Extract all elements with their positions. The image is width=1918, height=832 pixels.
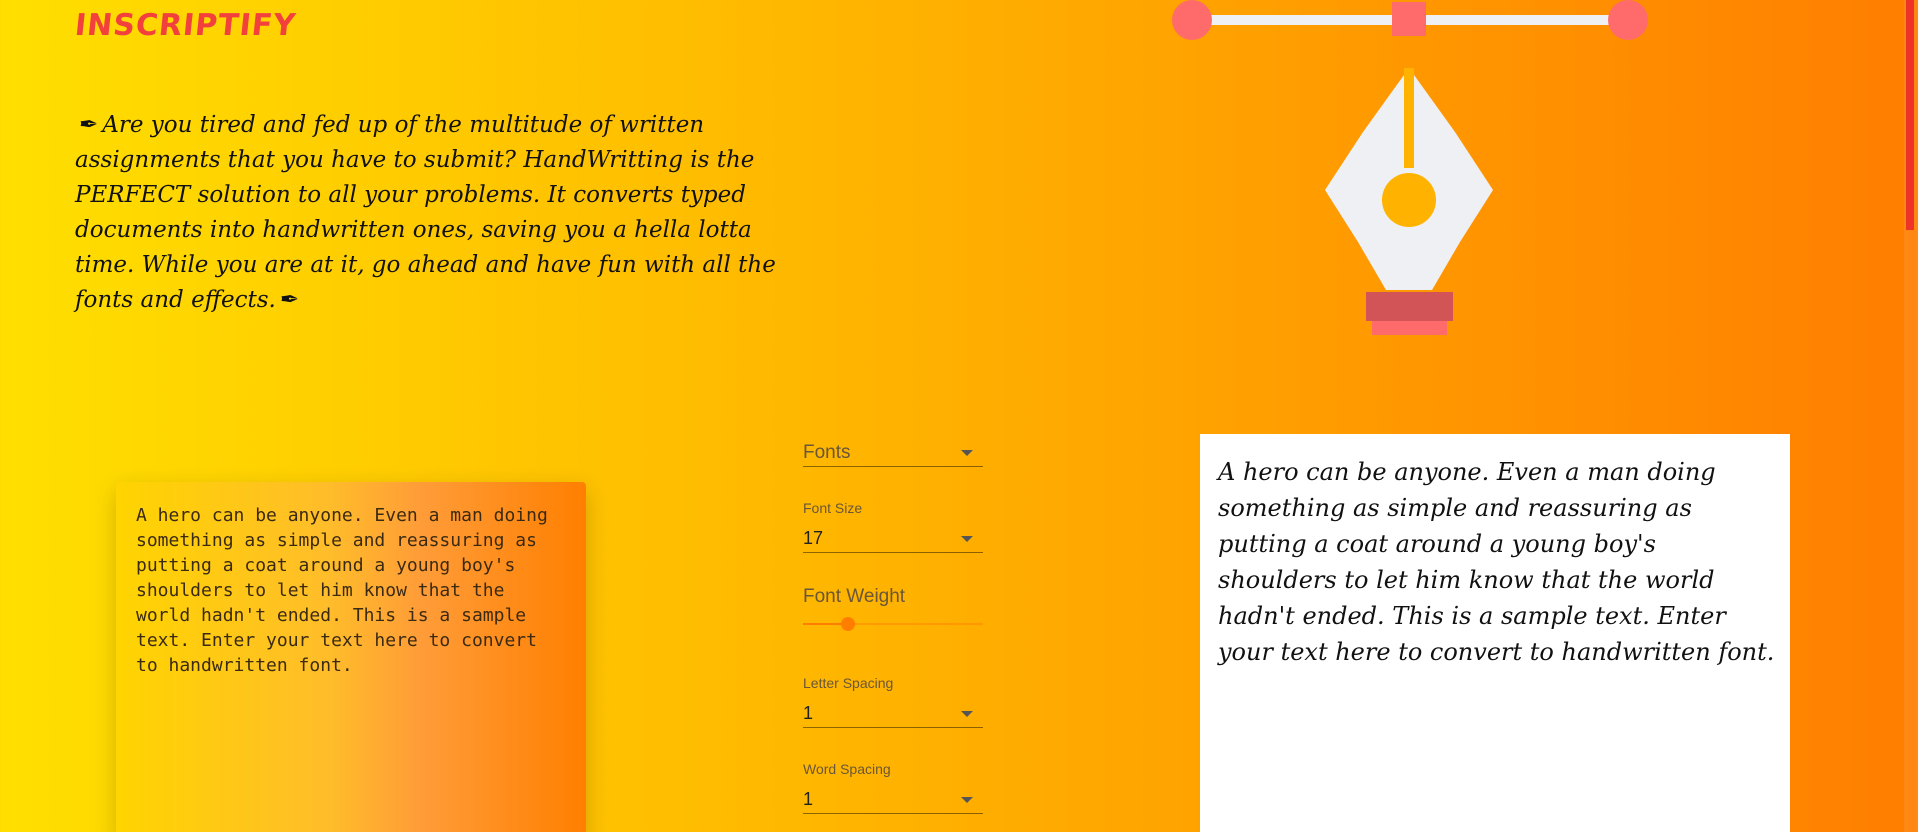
chevron-down-icon[interactable] xyxy=(961,797,973,803)
fonts-select[interactable]: Fonts xyxy=(803,440,983,472)
pen-band xyxy=(1366,292,1453,321)
fonts-placeholder: Fonts xyxy=(803,442,851,463)
font-size-field[interactable]: 17 xyxy=(803,526,983,553)
word-spacing-select[interactable]: Word Spacing 1 xyxy=(803,761,983,821)
letter-spacing-value: 1 xyxy=(803,703,814,723)
letter-spacing-field[interactable]: 1 xyxy=(803,701,983,728)
font-size-value: 17 xyxy=(803,528,824,548)
pen-slit xyxy=(1404,68,1414,168)
anchor-right-icon xyxy=(1608,0,1648,40)
letter-spacing-label: Letter Spacing xyxy=(803,675,894,691)
anchor-center-icon xyxy=(1392,2,1426,36)
chevron-down-icon[interactable] xyxy=(961,711,973,717)
word-spacing-value: 1 xyxy=(803,789,814,809)
font-size-select[interactable]: Font Size 17 xyxy=(803,500,983,560)
chevron-down-icon[interactable] xyxy=(961,450,973,456)
anchor-left-icon xyxy=(1172,0,1212,40)
pen-nib-illustration xyxy=(1172,0,1648,335)
app-logo: INSCRIPTIFY xyxy=(73,8,298,43)
pen-band-lower xyxy=(1372,321,1447,335)
word-spacing-label: Word Spacing xyxy=(803,761,891,777)
handwritten-output-card: A hero can be anyone. Even a man doing s… xyxy=(1200,434,1790,832)
letter-spacing-select[interactable]: Letter Spacing 1 xyxy=(803,675,983,735)
chevron-down-icon[interactable] xyxy=(961,536,973,542)
font-weight-slider-group: Font Weight xyxy=(803,586,983,636)
scrollbar-thumb[interactable] xyxy=(1906,0,1914,230)
word-spacing-field[interactable]: 1 xyxy=(803,787,983,814)
fonts-select-field[interactable]: Fonts xyxy=(803,440,983,467)
intro-text: Are you tired and fed up of the multitud… xyxy=(75,112,776,313)
pen-icon: ✒ xyxy=(79,112,99,138)
text-input-card[interactable]: A hero can be anyone. Even a man doing s… xyxy=(116,482,586,832)
text-input[interactable]: A hero can be anyone. Even a man doing s… xyxy=(136,503,566,678)
font-weight-label: Font Weight xyxy=(803,586,906,607)
handwritten-output-text: A hero can be anyone. Even a man doing s… xyxy=(1218,458,1775,666)
pen-hole xyxy=(1382,173,1436,227)
intro-paragraph: ✒ Are you tired and fed up of the multitu… xyxy=(75,108,810,318)
font-weight-slider-thumb[interactable] xyxy=(841,617,855,631)
font-weight-slider[interactable] xyxy=(803,617,983,631)
font-size-label: Font Size xyxy=(803,500,863,516)
pen-icon: ✒ xyxy=(279,287,300,313)
